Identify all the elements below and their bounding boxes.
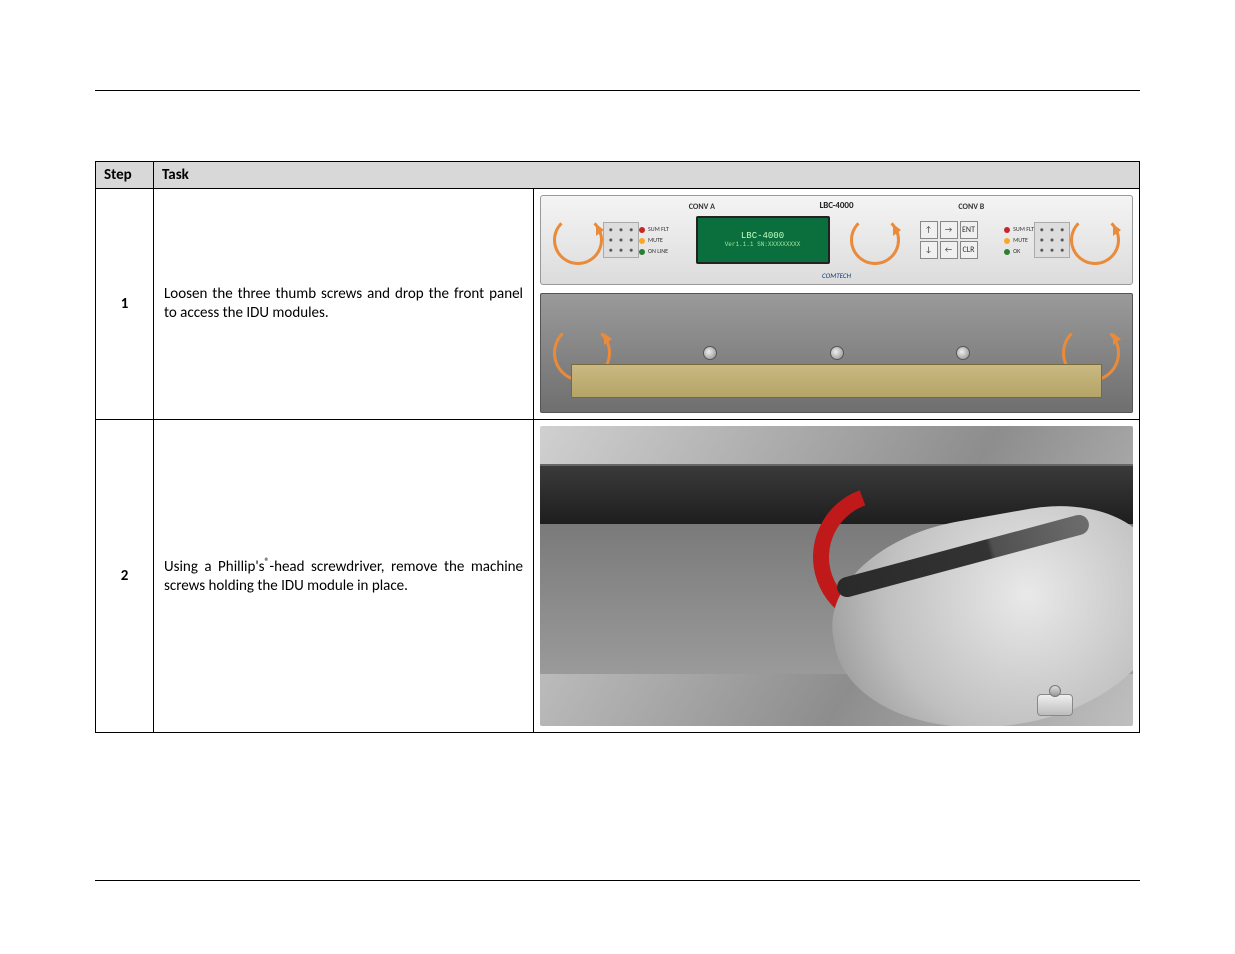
led-sum-flt: SUM FLT	[639, 225, 669, 233]
key-ent: ENT	[960, 221, 978, 239]
top-divider	[95, 90, 1140, 91]
step-number: 2	[96, 420, 154, 733]
lcd-line2: Ver1.1.1 SN:XXXXXXXXX	[725, 242, 801, 249]
key-clr: CLR	[960, 241, 978, 259]
device-images-stack: LBC-4000 COMTECH CONV A CONV B SUM FLT M…	[540, 195, 1133, 413]
key-down: ↓	[920, 241, 938, 259]
key-up: ↑	[920, 221, 938, 239]
document-page: Step Task 1 Loosen the three thumb screw…	[0, 0, 1235, 954]
col-header-task: Task	[154, 162, 1140, 189]
internal-board	[571, 364, 1102, 398]
table-header-row: Step Task	[96, 162, 1140, 189]
led-sum-flt-r: SUM FLT	[1004, 225, 1034, 233]
thumb-screw-icon	[1037, 694, 1073, 716]
device-front-panel: LBC-4000 COMTECH CONV A CONV B SUM FLT M…	[540, 195, 1133, 285]
rotate-arrow-icon	[850, 215, 900, 265]
key-left: ←	[940, 241, 958, 259]
screw-icon	[830, 346, 844, 360]
step-number: 1	[96, 189, 154, 420]
conv-b-label: CONV B	[958, 202, 984, 212]
device-internal-view	[540, 293, 1133, 413]
screw-icon	[956, 346, 970, 360]
vent-grille-icon	[603, 222, 639, 258]
device-vendor-label: COMTECH	[822, 271, 851, 280]
task-images: LBC-4000 COMTECH CONV A CONV B SUM FLT M…	[534, 189, 1140, 420]
conv-a-label: CONV A	[689, 202, 715, 212]
led-mute-r: MUTE	[1004, 236, 1034, 244]
task-table: Step Task 1 Loosen the three thumb screw…	[95, 161, 1140, 733]
lcd-display: LBC-4000 Ver1.1.1 SN:XXXXXXXXX	[696, 216, 830, 264]
task-text-pre: Using a Phillip's	[164, 558, 265, 576]
screwdriver-photo	[540, 426, 1133, 726]
task-description: Loosen the three thumb screws and drop t…	[154, 189, 534, 420]
table-row: 2 Using a Phillip's®-head screwdriver, r…	[96, 420, 1140, 733]
table-row: 1 Loosen the three thumb screws and drop…	[96, 189, 1140, 420]
device-model-label: LBC-4000	[819, 200, 853, 211]
status-leds-left: SUM FLT MUTE ON LINE	[639, 225, 669, 255]
panel-center-group: LBC-4000 Ver1.1.1 SN:XXXXXXXXX ↑ → ENT ↓	[669, 215, 1004, 265]
bottom-divider	[95, 880, 1140, 881]
task-images	[534, 420, 1140, 733]
led-online: ON LINE	[639, 247, 669, 255]
task-description: Using a Phillip's®-head screwdriver, rem…	[154, 420, 534, 733]
rotate-arrow-icon	[553, 215, 603, 265]
screw-icon	[703, 346, 717, 360]
vent-grille-icon	[1034, 222, 1070, 258]
keypad: ↑ → ENT ↓ ← CLR	[920, 221, 978, 259]
key-right: →	[940, 221, 958, 239]
col-header-step: Step	[96, 162, 154, 189]
led-ok-r: OK	[1004, 247, 1034, 255]
rotate-arrow-icon	[1070, 215, 1120, 265]
led-mute: MUTE	[639, 236, 669, 244]
status-leds-right: SUM FLT MUTE OK	[1004, 225, 1034, 255]
